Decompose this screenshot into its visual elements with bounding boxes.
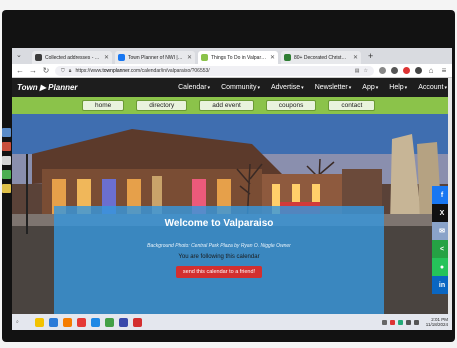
send-to-friend-button[interactable]: send this calendar to a friend! — [175, 266, 263, 278]
desktop-icons — [2, 128, 12, 198]
menu-icon[interactable]: ≡ — [440, 66, 448, 75]
new-tab-icon[interactable]: + — [364, 51, 377, 61]
facebook-icon — [118, 54, 125, 61]
app-icon[interactable] — [91, 317, 100, 327]
app-icon[interactable] — [119, 317, 128, 327]
menu-newsletter[interactable]: Newsletter▾ — [315, 84, 352, 91]
close-icon[interactable]: ✕ — [270, 54, 275, 61]
tab-title: Collected addresses - Addressbook — [45, 54, 101, 61]
close-icon[interactable]: ✕ — [104, 54, 109, 61]
address-bar: ← → ↻ ⛉ 🔒︎ https://www.townplanner.com/c… — [12, 64, 452, 78]
search-icon[interactable]: ⌕ — [16, 319, 30, 325]
desktop-icon[interactable] — [2, 170, 11, 179]
bookmark-star-icon[interactable]: ☆ — [364, 68, 368, 74]
town-planner-logo[interactable]: Town ▶ Planner — [17, 83, 78, 92]
close-icon[interactable]: ✕ — [187, 54, 192, 61]
lock-icon: 🔒︎ — [68, 67, 72, 74]
back-icon[interactable]: ← — [16, 66, 24, 75]
clock[interactable]: 2:01 PM 11/18/2024 — [426, 317, 448, 328]
reader-icon[interactable]: ▤ — [355, 68, 360, 74]
reload-icon[interactable]: ↻ — [42, 66, 50, 75]
pocket-icon[interactable] — [379, 67, 386, 74]
menu-app[interactable]: App▾ — [362, 84, 378, 91]
tab-title: Town Planner of NWI | Facebook — [128, 54, 184, 61]
website: Town ▶ Planner Calendar▾ Community▾ Adve… — [12, 78, 452, 314]
forward-icon[interactable]: → — [29, 66, 37, 75]
desktop-icon[interactable] — [2, 142, 11, 151]
contact-button[interactable]: contact — [328, 100, 376, 111]
taskbar: ⌕ 2:01 PM 11/18/2024 — [12, 314, 452, 330]
close-icon[interactable]: ✕ — [353, 54, 358, 61]
directory-button[interactable]: directory — [136, 100, 188, 111]
tab-title: Things To Do in Valparaiso IN — [211, 54, 267, 61]
sub-nav: home directory add event coupons contact — [12, 97, 452, 114]
file-explorer-icon[interactable] — [35, 317, 44, 327]
app-icon[interactable] — [77, 317, 86, 327]
menu-calendar[interactable]: Calendar▾ — [178, 84, 210, 91]
menu-help[interactable]: Help▾ — [389, 84, 407, 91]
tray-icon[interactable] — [381, 319, 387, 325]
tab-favicon — [35, 54, 42, 61]
edge-icon[interactable] — [49, 317, 58, 327]
tab-favicon — [201, 54, 208, 61]
tab-title: 80+ Decorated Christmas Homes — [294, 54, 350, 61]
screen: ⌄ Collected addresses - Addressbook ✕ To… — [12, 48, 452, 330]
site-nav: Town ▶ Planner Calendar▾ Community▾ Adve… — [12, 78, 452, 97]
desktop-icon[interactable] — [2, 184, 11, 193]
app-icon[interactable] — [105, 317, 114, 327]
add-event-button[interactable]: add event — [199, 100, 254, 111]
tab-list-icon[interactable]: ⌄ — [16, 51, 22, 59]
browser-tab-strip: ⌄ Collected addresses - Addressbook ✕ To… — [12, 48, 452, 64]
extension-icon[interactable] — [403, 67, 410, 74]
menu-account[interactable]: Account▾ — [418, 84, 447, 91]
photo-credit: Background Photo: Central Park Plaza by … — [147, 243, 291, 249]
firefox-icon[interactable] — [63, 317, 72, 327]
account-icon[interactable] — [391, 67, 398, 74]
system-tray: 2:01 PM 11/18/2024 — [381, 317, 448, 328]
scrollbar[interactable] — [448, 78, 452, 314]
coupons-button[interactable]: coupons — [265, 100, 317, 111]
hero-banner: Welcome to Valparaiso Background Photo: … — [12, 114, 452, 314]
home-button[interactable]: home — [82, 100, 125, 111]
url-field[interactable]: ⛉ 🔒︎ https://www.townplanner.com/calenda… — [55, 65, 374, 76]
tab-favicon — [284, 54, 291, 61]
tray-icon[interactable] — [397, 319, 403, 325]
browser-tab[interactable]: Town Planner of NWI | Facebook ✕ — [115, 51, 195, 64]
browser-tab[interactable]: 80+ Decorated Christmas Homes ✕ — [281, 51, 361, 64]
welcome-panel: Welcome to Valparaiso Background Photo: … — [54, 206, 384, 314]
shield-icon: ⛉ — [61, 67, 65, 74]
tray-icon[interactable] — [389, 319, 395, 325]
welcome-title: Welcome to Valparaiso — [164, 218, 274, 229]
menu-advertise[interactable]: Advertise▾ — [271, 84, 304, 91]
home-icon[interactable]: ⌂ — [427, 66, 435, 75]
menu-community[interactable]: Community▾ — [221, 84, 260, 91]
browser-tab[interactable]: Collected addresses - Addressbook ✕ — [32, 51, 112, 64]
extension-icon[interactable] — [415, 67, 422, 74]
app-icon[interactable] — [133, 317, 142, 327]
clock-date: 11/18/2024 — [425, 322, 448, 327]
desktop-icon[interactable] — [2, 128, 11, 137]
desktop-icon[interactable] — [2, 156, 11, 165]
site-menu: Calendar▾ Community▾ Advertise▾ Newslett… — [178, 84, 447, 91]
url-text: https://www.townplanner.com/calendar/in/… — [75, 67, 210, 74]
browser-tab-active[interactable]: Things To Do in Valparaiso IN ✕ — [198, 51, 278, 64]
volume-icon[interactable] — [413, 319, 419, 325]
follow-status: You are following this calendar — [178, 254, 260, 260]
wifi-icon[interactable] — [405, 319, 411, 325]
